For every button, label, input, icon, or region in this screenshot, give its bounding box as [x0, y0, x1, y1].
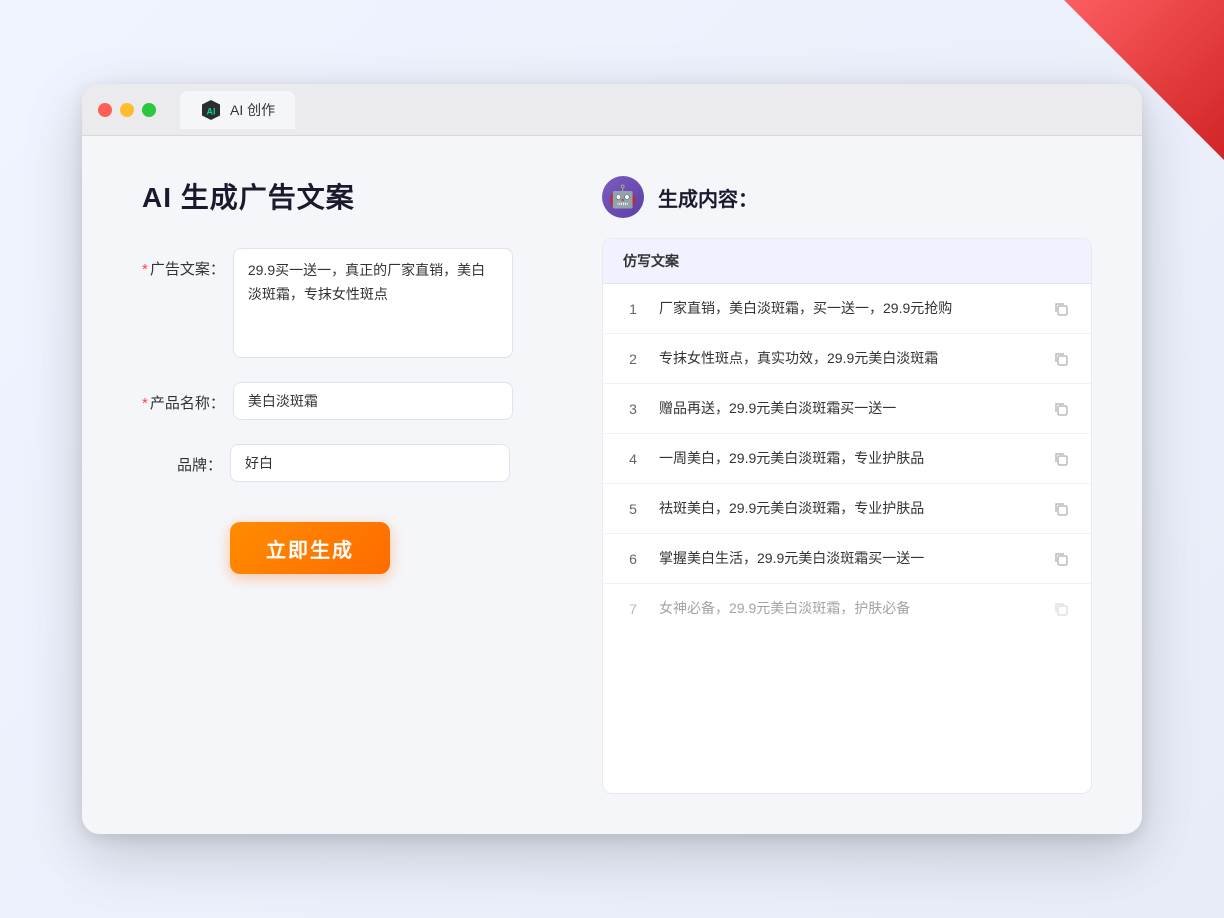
tab-label: AI 创作 [230, 100, 275, 120]
row-text-5: 祛斑美白，29.9元美白淡斑霜，专业护肤品 [659, 498, 1035, 519]
row-text-7: 女神必备，29.9元美白淡斑霜，护肤必备 [659, 598, 1035, 619]
maximize-button[interactable] [142, 103, 156, 117]
row-text-2: 专抹女性斑点，真实功效，29.9元美白淡斑霜 [659, 348, 1035, 369]
row-text-3: 赠品再送，29.9元美白淡斑霜买一送一 [659, 398, 1035, 419]
tab-area: AI AI 创作 [180, 91, 295, 129]
required-star-ad: * [142, 261, 148, 278]
brand-input[interactable] [230, 444, 510, 482]
row-num-1: 1 [623, 301, 643, 317]
content-area: AI 生成广告文案 *广告文案： *产品名称： 品牌： 立 [82, 136, 1142, 834]
generate-button[interactable]: 立即生成 [230, 522, 390, 574]
product-name-label: *产品名称： [142, 382, 225, 413]
tab-ai-create[interactable]: AI AI 创作 [180, 91, 295, 129]
result-row: 7 女神必备，29.9元美白淡斑霜，护肤必备 [603, 584, 1091, 633]
product-name-field-group: *产品名称： [142, 382, 562, 420]
table-header: 仿写文案 [603, 239, 1091, 284]
ad-copy-textarea[interactable] [233, 248, 513, 358]
required-star-product: * [142, 395, 148, 412]
result-row: 6 掌握美白生活，29.9元美白淡斑霜买一送一 [603, 534, 1091, 584]
right-header: 生成内容： [602, 176, 1092, 218]
result-row: 2 专抹女性斑点，真实功效，29.9元美白淡斑霜 [603, 334, 1091, 384]
robot-icon [602, 176, 644, 218]
brand-label: 品牌： [142, 444, 222, 475]
ai-tab-icon: AI [200, 99, 222, 121]
copy-icon-3[interactable] [1051, 399, 1071, 419]
result-row: 1 厂家直销，美白淡斑霜，买一送一，29.9元抢购 [603, 284, 1091, 334]
left-panel: AI 生成广告文案 *广告文案： *产品名称： 品牌： 立 [142, 176, 562, 794]
page-title: AI 生成广告文案 [142, 176, 562, 216]
traffic-lights [98, 103, 156, 117]
row-text-1: 厂家直销，美白淡斑霜，买一送一，29.9元抢购 [659, 298, 1035, 319]
copy-icon-4[interactable] [1051, 449, 1071, 469]
row-num-7: 7 [623, 601, 643, 617]
copy-icon-5[interactable] [1051, 499, 1071, 519]
ad-copy-label: *广告文案： [142, 248, 225, 279]
row-text-4: 一周美白，29.9元美白淡斑霜，专业护肤品 [659, 448, 1035, 469]
brand-field-group: 品牌： [142, 444, 562, 482]
row-num-2: 2 [623, 351, 643, 367]
right-title: 生成内容： [658, 183, 758, 212]
copy-icon-7[interactable] [1051, 599, 1071, 619]
browser-window: AI AI 创作 AI 生成广告文案 *广告文案： *产品名称： [82, 84, 1142, 834]
result-row: 4 一周美白，29.9元美白淡斑霜，专业护肤品 [603, 434, 1091, 484]
row-num-5: 5 [623, 501, 643, 517]
ad-copy-field-group: *广告文案： [142, 248, 562, 358]
result-row: 3 赠品再送，29.9元美白淡斑霜买一送一 [603, 384, 1091, 434]
product-name-input[interactable] [233, 382, 513, 420]
minimize-button[interactable] [120, 103, 134, 117]
row-num-3: 3 [623, 401, 643, 417]
close-button[interactable] [98, 103, 112, 117]
row-text-6: 掌握美白生活，29.9元美白淡斑霜买一送一 [659, 548, 1035, 569]
row-num-6: 6 [623, 551, 643, 567]
result-row: 5 祛斑美白，29.9元美白淡斑霜，专业护肤品 [603, 484, 1091, 534]
copy-icon-1[interactable] [1051, 299, 1071, 319]
svg-text:AI: AI [207, 106, 216, 116]
right-panel: 生成内容： 仿写文案 1 厂家直销，美白淡斑霜，买一送一，29.9元抢购 2 专… [602, 176, 1092, 794]
copy-icon-2[interactable] [1051, 349, 1071, 369]
copy-icon-6[interactable] [1051, 549, 1071, 569]
row-num-4: 4 [623, 451, 643, 467]
results-table: 仿写文案 1 厂家直销，美白淡斑霜，买一送一，29.9元抢购 2 专抹女性斑点，… [602, 238, 1092, 794]
title-bar: AI AI 创作 [82, 84, 1142, 136]
